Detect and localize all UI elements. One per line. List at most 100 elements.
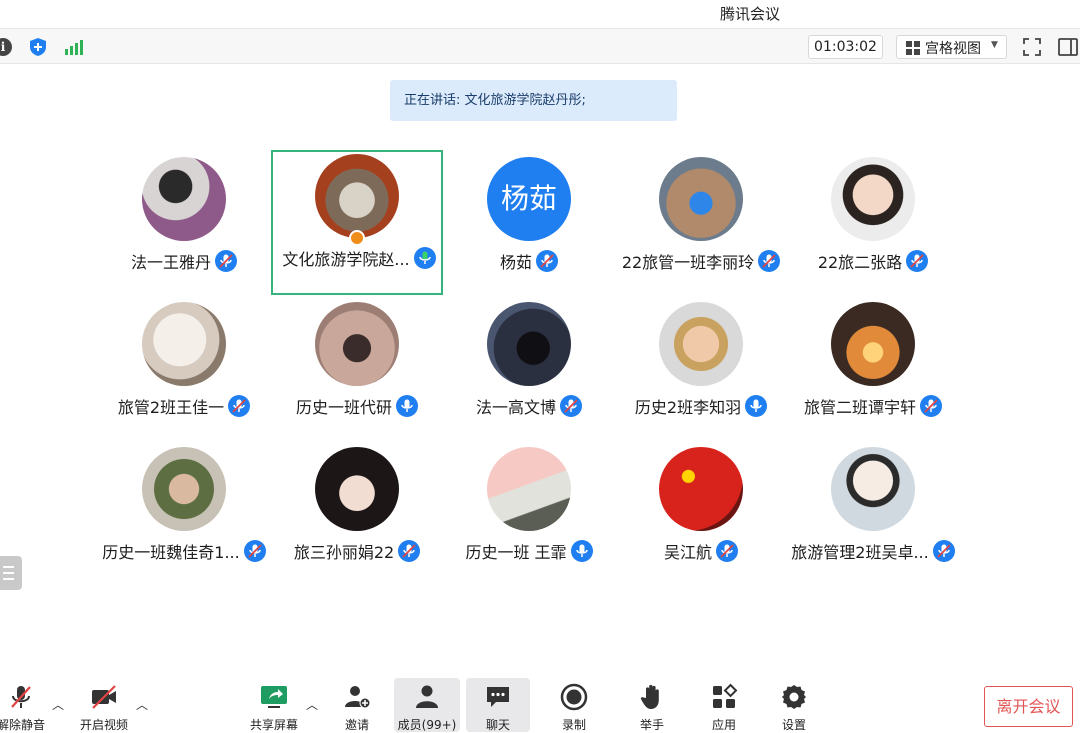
apps-button[interactable]: 应用	[702, 678, 746, 732]
participant-tile[interactable]: 旅游管理2班吴卓...	[787, 443, 959, 588]
side-list-toggle[interactable]	[0, 556, 22, 590]
avatar	[831, 157, 915, 241]
members-button[interactable]: 成员(99+)	[394, 678, 460, 732]
mic-muted-icon[interactable]	[536, 250, 558, 272]
participant-tile[interactable]: 旅三孙丽娟22	[271, 443, 443, 588]
avatar	[487, 302, 571, 386]
chat-button[interactable]: 聊天	[466, 678, 530, 732]
participant-tile[interactable]: 22旅管一班李丽玲	[615, 153, 787, 298]
shield-icon[interactable]	[28, 37, 48, 57]
view-mode-label: 宫格视图	[925, 41, 981, 57]
avatar	[315, 302, 399, 386]
avatar	[142, 447, 226, 531]
caret-down-icon: ▼	[991, 40, 998, 50]
unmute-button[interactable]: 解除静音	[0, 678, 50, 732]
chat-label: 聊天	[485, 718, 510, 732]
info-icon[interactable]: i	[0, 38, 12, 56]
bottom-toolbar: 解除静音 ︿ 开启视频 ︿ 共享屏幕 ︿ 邀请 成员(99+) 聊天 录制 举手…	[0, 672, 1080, 732]
mic-muted-icon[interactable]	[906, 250, 929, 272]
mic-muted-icon[interactable]	[243, 540, 266, 562]
participant-name: 旅管2班王佳一	[117, 398, 225, 417]
top-bar: i 01:03:02 宫格视图 ▼	[0, 28, 1080, 64]
mic-on-icon[interactable]	[396, 395, 418, 417]
avatar	[142, 157, 226, 241]
avatar	[315, 447, 399, 531]
mic-muted-icon[interactable]	[398, 540, 421, 562]
view-mode-dropdown[interactable]: 宫格视图 ▼	[896, 35, 1007, 59]
mic-muted-icon[interactable]	[215, 250, 237, 272]
title-bar: 腾讯会议	[0, 0, 1080, 26]
share-screen-button[interactable]: 共享屏幕	[244, 678, 304, 732]
participant-tile-speaking[interactable]: 文化旅游学院赵...	[271, 150, 443, 295]
mic-on-icon[interactable]	[745, 395, 768, 417]
chat-icon	[487, 687, 509, 707]
video-options-chevron-icon[interactable]: ︿	[136, 696, 148, 713]
participant-name: 历史一班魏佳奇1...	[102, 543, 240, 562]
participant-tile[interactable]: 22旅二张路	[787, 153, 959, 298]
mic-muted-icon[interactable]	[560, 395, 582, 417]
invite-label: 邀请	[344, 718, 369, 732]
participant-tile[interactable]: 吴江航	[615, 443, 787, 588]
avatar	[487, 447, 571, 531]
settings-button[interactable]: 设置	[772, 678, 816, 732]
mic-muted-icon[interactable]	[932, 540, 955, 562]
participant-tile[interactable]: 历史一班魏佳奇1...	[98, 443, 270, 588]
window-title: 腾讯会议	[720, 5, 781, 23]
avatar	[659, 302, 743, 386]
mic-muted-icon	[11, 686, 31, 708]
share-screen-label: 共享屏幕	[249, 718, 298, 732]
participant-name: 旅管二班谭宇轩	[803, 398, 916, 417]
apps-label: 应用	[711, 718, 736, 732]
record-button[interactable]: 录制	[552, 678, 596, 732]
participant-name: 文化旅游学院赵...	[282, 250, 410, 269]
participant-name: 旅游管理2班吴卓...	[791, 543, 929, 562]
mic-on-icon[interactable]	[570, 540, 593, 562]
participant-name: 历史2班李知羽	[634, 398, 742, 417]
start-video-label: 开启视频	[79, 718, 128, 732]
participant-tile[interactable]: 杨茹 杨茹	[443, 153, 615, 298]
speaking-banner: 正在讲话: 文化旅游学院赵丹彤;	[390, 80, 677, 121]
participant-tile[interactable]: 法一王雅丹	[98, 153, 270, 298]
participant-tile[interactable]: 旅管二班谭宇轩	[787, 298, 959, 443]
avatar	[659, 157, 743, 241]
add-user-icon	[345, 686, 371, 709]
speaking-prefix: 正在讲话:	[404, 93, 465, 108]
raise-hand-button[interactable]: 举手	[630, 678, 674, 732]
mic-muted-icon[interactable]	[758, 250, 781, 272]
unmute-label: 解除静音	[0, 718, 45, 732]
video-off-icon	[92, 685, 116, 709]
audio-options-chevron-icon[interactable]: ︿	[52, 696, 64, 713]
mic-muted-icon[interactable]	[228, 395, 251, 417]
avatar	[831, 447, 915, 531]
avatar	[142, 302, 226, 386]
mic-muted-icon[interactable]	[920, 395, 942, 417]
apps-icon	[713, 683, 738, 708]
leave-meeting-button[interactable]: 离开会议	[984, 686, 1073, 727]
participant-tile[interactable]: 历史一班 王霏	[443, 443, 615, 588]
side-panel-icon[interactable]	[1058, 37, 1078, 57]
avatar	[315, 154, 399, 238]
menu-icon	[3, 566, 14, 580]
participant-name: 22旅管一班李丽玲	[621, 253, 755, 272]
raise-hand-icon	[640, 684, 659, 709]
participant-tile[interactable]: 旅管2班王佳一	[98, 298, 270, 443]
avatar-text: 杨茹	[487, 157, 571, 241]
mic-muted-icon[interactable]	[716, 540, 738, 562]
participant-tile[interactable]: 历史2班李知羽	[615, 298, 787, 443]
participant-name: 历史一班 王霏	[465, 543, 567, 562]
share-screen-icon	[261, 686, 287, 708]
share-options-chevron-icon[interactable]: ︿	[306, 696, 318, 713]
avatar	[831, 302, 915, 386]
participant-name: 法一王雅丹	[130, 253, 211, 272]
start-video-button[interactable]: 开启视频	[76, 678, 132, 732]
fullscreen-icon[interactable]	[1022, 37, 1042, 57]
speaking-name: 文化旅游学院赵丹彤;	[464, 93, 586, 108]
avatar	[659, 447, 743, 531]
participant-name: 法一高文博	[475, 398, 556, 417]
mic-active-icon[interactable]	[413, 247, 436, 269]
participant-tile[interactable]: 法一高文博	[443, 298, 615, 443]
participant-name: 旅三孙丽娟22	[293, 543, 395, 562]
invite-button[interactable]: 邀请	[334, 678, 380, 732]
participant-tile[interactable]: 历史一班代研	[271, 298, 443, 443]
network-signal-icon[interactable]	[63, 37, 83, 57]
